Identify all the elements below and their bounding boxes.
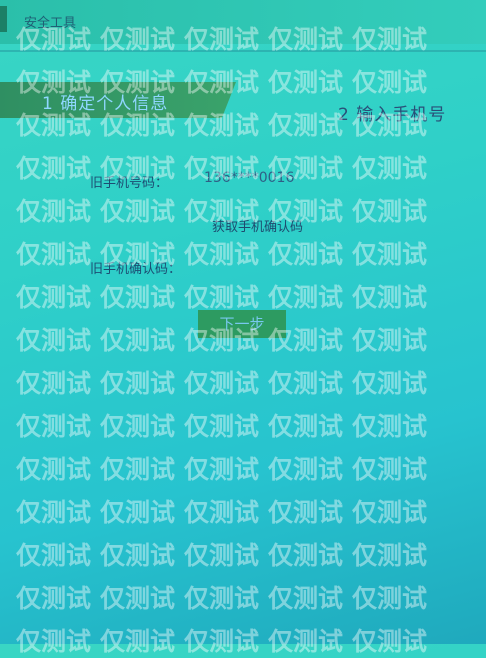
- watermark-text: 仅测试: [268, 111, 344, 140]
- watermark-text: 仅测试: [100, 455, 176, 484]
- watermark-text: 仅测试: [352, 240, 428, 269]
- get-code-button[interactable]: 获取手机确认码: [212, 216, 303, 235]
- watermark-text: 仅测试: [16, 197, 92, 226]
- page-title: 安全工具: [24, 16, 77, 31]
- watermark-text: 仅测试: [184, 498, 260, 527]
- watermark-text: 仅测试: [352, 326, 428, 355]
- watermark-text: 仅测试: [16, 412, 92, 441]
- watermark-text: 仅测试: [268, 498, 344, 527]
- watermark-text: 仅测试: [100, 369, 176, 398]
- step-1-tab: 1 确定个人信息: [0, 82, 236, 118]
- watermark-text: 仅测试: [352, 627, 428, 656]
- old-phone-value: 136****0016: [204, 170, 295, 186]
- watermark-text: 仅测试: [352, 283, 428, 312]
- watermark-text: 仅测试: [352, 369, 428, 398]
- watermark-text: 仅测试: [100, 197, 176, 226]
- watermark-text: 仅测试: [184, 369, 260, 398]
- watermark-text: 仅测试: [184, 455, 260, 484]
- old-code-label: 旧手机确认码：: [90, 262, 182, 277]
- watermark-text: 仅测试: [16, 541, 92, 570]
- watermark-text: 仅测试: [184, 584, 260, 613]
- top-bar: 安全工具: [0, 0, 486, 44]
- step-2-label: 2 输入手机号: [338, 105, 447, 125]
- watermark-text: 仅测试: [184, 412, 260, 441]
- watermark-text: 仅测试: [100, 498, 176, 527]
- watermark-text: 仅测试: [184, 627, 260, 656]
- watermark-text: 仅测试: [100, 326, 176, 355]
- top-bar-accent: [0, 6, 7, 32]
- watermark-text: 仅测试: [352, 154, 428, 183]
- watermark-text: 仅测试: [16, 240, 92, 269]
- watermark-text: 仅测试: [16, 369, 92, 398]
- watermark-text: 仅测试: [100, 283, 176, 312]
- watermark-text: 仅测试: [16, 455, 92, 484]
- watermark-text: 仅测试: [16, 154, 92, 183]
- watermark-text: 仅测试: [184, 283, 260, 312]
- watermark-text: 仅测试: [268, 68, 344, 97]
- watermark-text: 仅测试: [352, 68, 428, 97]
- next-button[interactable]: 下一步: [198, 310, 286, 338]
- watermark-text: 仅测试: [16, 326, 92, 355]
- step-1-label: 1 确定个人信息: [42, 94, 169, 114]
- header-divider: [0, 50, 486, 52]
- watermark-text: 仅测试: [100, 412, 176, 441]
- watermark-text: 仅测试: [268, 369, 344, 398]
- watermark-text: 仅测试: [268, 584, 344, 613]
- watermark-text: 仅测试: [184, 541, 260, 570]
- watermark-text: 仅测试: [352, 197, 428, 226]
- watermark-text: 仅测试: [352, 584, 428, 613]
- watermark-text: 仅测试: [268, 541, 344, 570]
- watermark-text: 仅测试: [100, 541, 176, 570]
- watermark-text: 仅测试: [268, 455, 344, 484]
- watermark-text: 仅测试: [352, 412, 428, 441]
- watermark-text: 仅测试: [268, 283, 344, 312]
- watermark-text: 仅测试: [268, 627, 344, 656]
- old-phone-label: 旧手机号码：: [90, 176, 169, 191]
- watermark-text: 仅测试: [352, 455, 428, 484]
- watermark-text: 仅测试: [16, 627, 92, 656]
- watermark-text: 仅测试: [100, 584, 176, 613]
- watermark-text: 仅测试: [268, 412, 344, 441]
- watermark-text: 仅测试: [352, 541, 428, 570]
- watermark-text: 仅测试: [352, 498, 428, 527]
- watermark-text: 仅测试: [16, 584, 92, 613]
- watermark-text: 仅测试: [16, 498, 92, 527]
- old-code-input[interactable]: [188, 254, 312, 274]
- watermark-text: 仅测试: [100, 627, 176, 656]
- watermark-text: 仅测试: [16, 283, 92, 312]
